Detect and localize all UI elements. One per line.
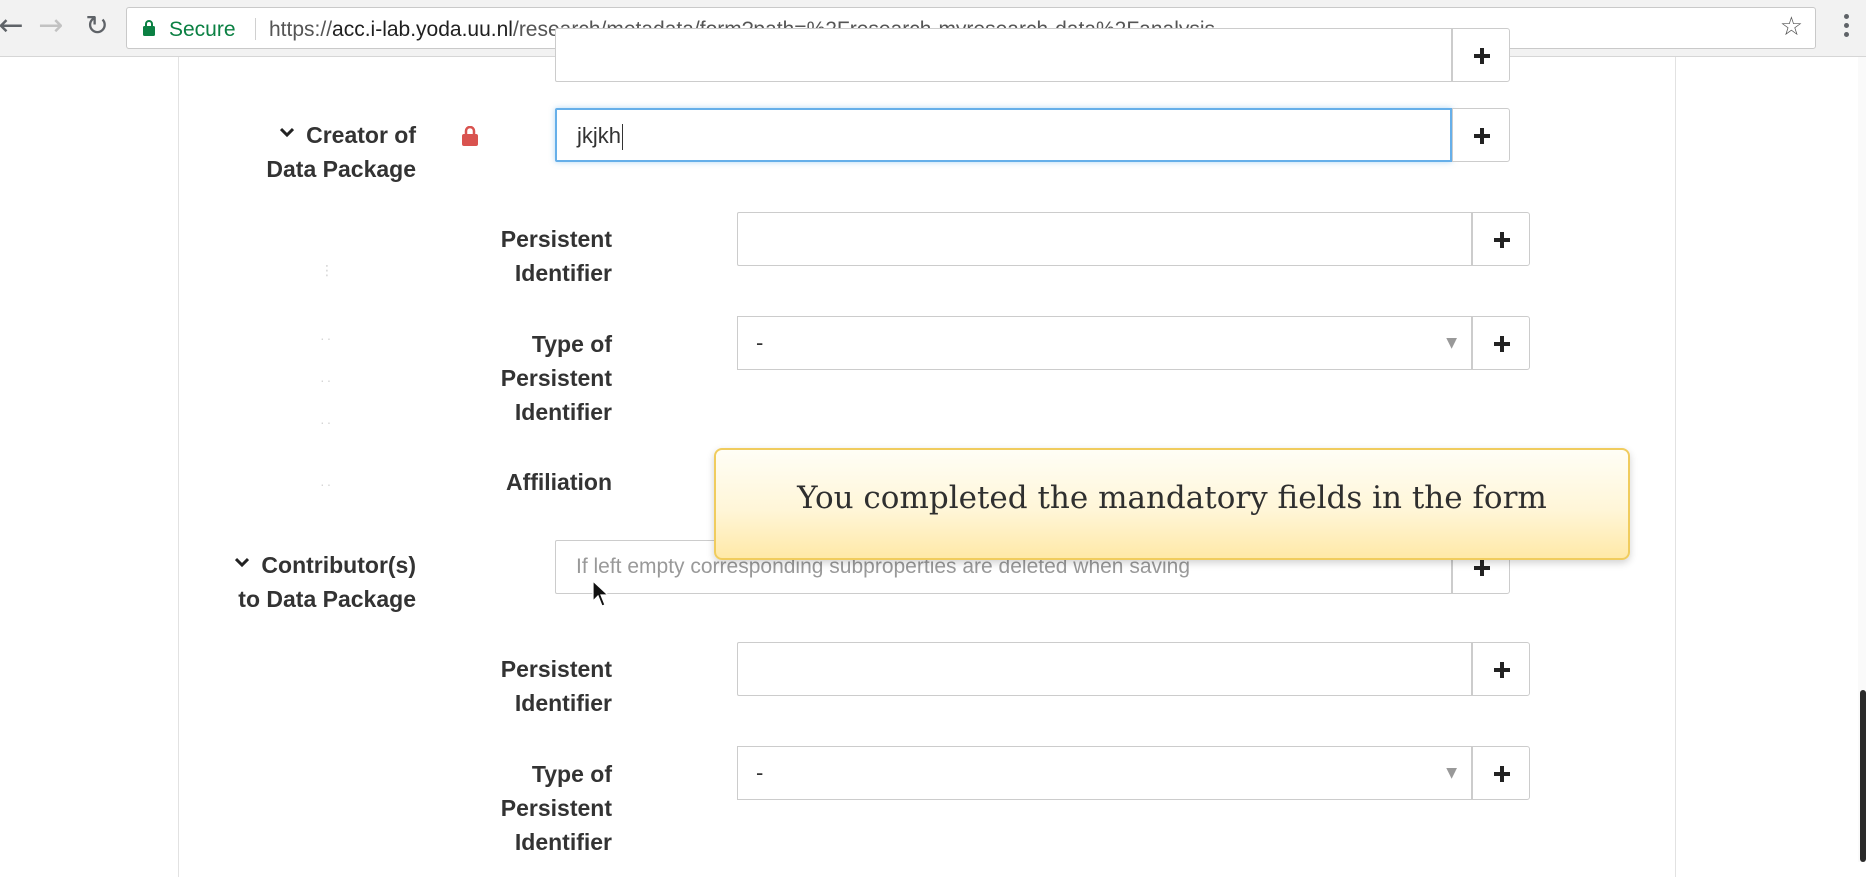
contributor-pid-type-selected: -: [756, 760, 764, 785]
creator-pid-type-selected: -: [756, 330, 764, 355]
creator-name-value: jkjkh: [577, 123, 622, 148]
contributor-pid-input[interactable]: [737, 642, 1472, 696]
creator-pid-label: Persistent Identifier: [452, 222, 612, 290]
creator-add-button[interactable]: [1452, 108, 1510, 162]
back-icon[interactable]: ←: [0, 10, 28, 44]
contributor-pid-type-label: Type of Persistent Identifier: [452, 757, 612, 859]
mouse-pointer-icon: [592, 580, 610, 607]
tree-guide-dots: ⋮: [320, 262, 336, 278]
creator-pid-label-line2: Identifier: [514, 260, 612, 286]
creator-pid-add-button[interactable]: [1472, 212, 1530, 266]
plus-icon: [1494, 336, 1510, 352]
plus-icon: [1494, 766, 1510, 782]
plus-icon: [1494, 232, 1510, 248]
creator-pid-type-label: Type of Persistent Identifier: [452, 327, 612, 429]
contributor-pid-type-label-line1: Type of: [531, 761, 612, 787]
creator-pid-input[interactable]: [737, 212, 1472, 266]
success-notification[interactable]: You completed the mandatory fields in th…: [714, 448, 1630, 560]
creator-label[interactable]: Creator of Data Package: [262, 118, 416, 186]
chevron-down-icon[interactable]: [235, 555, 250, 569]
creator-pid-type-label-line2: Persistent: [500, 365, 612, 391]
owner-data-add-button[interactable]: [1452, 28, 1510, 82]
text-caret: [622, 124, 624, 151]
contributor-label-line1: Contributor(s): [261, 552, 416, 578]
url-scheme: https://: [269, 18, 333, 41]
url-host: acc.i-lab.yoda.uu.nl: [332, 18, 513, 41]
contributor-pid-type-select[interactable]: - ▼: [737, 746, 1472, 800]
creator-pid-type-label-line3: Identifier: [514, 399, 612, 425]
tree-guide-dots: ··: [320, 372, 334, 388]
contributor-pid-label-line1: Persistent: [500, 656, 612, 682]
bookmark-star-icon[interactable]: ☆: [1780, 12, 1803, 42]
creator-affiliation-label: Affiliation: [505, 469, 612, 495]
creator-name-input[interactable]: jkjkh: [555, 108, 1452, 162]
plus-icon: [1474, 128, 1490, 144]
dropdown-arrow-icon: ▼: [1446, 765, 1457, 781]
owner-data-input[interactable]: [555, 28, 1452, 82]
creator-label-line2: Data Package: [266, 156, 416, 182]
tree-guide-dots: ··: [320, 476, 334, 492]
contributor-label[interactable]: Contributor(s) to Data Package: [222, 548, 416, 616]
creator-pid-type-label-line1: Type of: [531, 331, 612, 357]
contributor-pid-type-label-line2: Persistent: [500, 795, 612, 821]
creator-pid-label-line1: Persistent: [500, 226, 612, 252]
contributor-pid-add-button[interactable]: [1472, 642, 1530, 696]
contributor-pid-type-add-button[interactable]: [1472, 746, 1530, 800]
notification-message: You completed the mandatory fields in th…: [797, 480, 1547, 516]
address-separator: [255, 18, 256, 40]
creator-pid-type-add-button[interactable]: [1472, 316, 1530, 370]
browser-menu-icon[interactable]: [1836, 10, 1856, 44]
tree-guide-dots: ··: [320, 414, 334, 430]
reload-icon[interactable]: ↻: [80, 10, 114, 44]
contributor-pid-type-label-line3: Identifier: [514, 829, 612, 855]
plus-icon: [1474, 48, 1490, 64]
contributor-pid-label: Persistent Identifier: [452, 652, 612, 720]
forward-icon[interactable]: →: [34, 10, 68, 44]
dropdown-arrow-icon: ▼: [1446, 335, 1457, 351]
scrollbar-thumb[interactable]: [1860, 690, 1866, 862]
plus-icon: [1494, 662, 1510, 678]
creator-label-line1: Creator of: [306, 122, 416, 148]
plus-icon: [1474, 560, 1490, 576]
secure-lock-icon: [143, 20, 155, 36]
chevron-down-icon[interactable]: [280, 125, 295, 139]
contributor-pid-label-line2: Identifier: [514, 690, 612, 716]
creator-pid-type-select[interactable]: - ▼: [737, 316, 1472, 370]
mandatory-lock-icon: [462, 126, 478, 146]
tree-guide-dots: ··: [320, 330, 334, 346]
secure-label: Secure: [169, 18, 236, 41]
contributor-label-line2: to Data Package: [238, 586, 416, 612]
